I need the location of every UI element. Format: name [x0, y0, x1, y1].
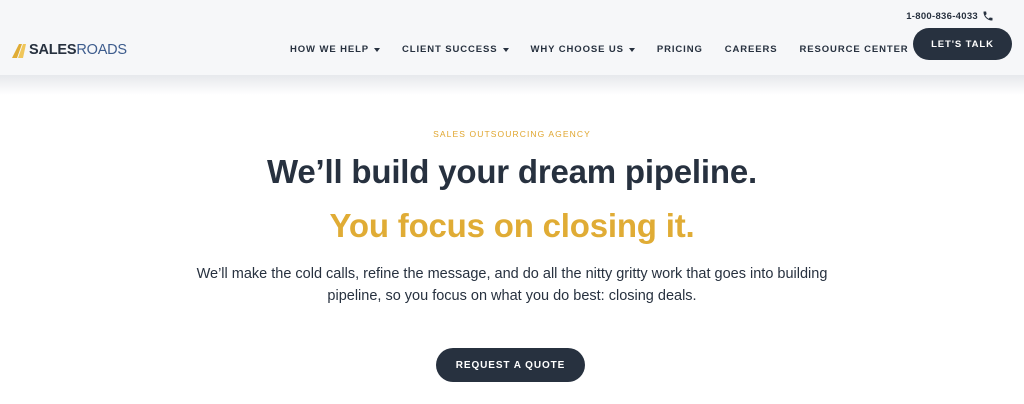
nav-item-pricing[interactable]: PRICING: [657, 44, 703, 55]
nav-item-why-choose-us[interactable]: WHY CHOOSE US: [531, 44, 635, 55]
phone-number-text: 1-800-836-4033: [906, 10, 978, 22]
nav-item-label: RESOURCE CENTER: [799, 44, 909, 55]
nav-item-careers[interactable]: CAREERS: [725, 44, 778, 55]
lets-talk-button[interactable]: LET'S TALK: [913, 28, 1012, 60]
caret-down-icon: [628, 48, 635, 52]
request-quote-button[interactable]: REQUEST A QUOTE: [436, 348, 585, 382]
site-header: SALESROADS 1-800-836-4033 HOW WE HELP CL…: [0, 0, 1024, 75]
nav-item-resource-center[interactable]: RESOURCE CENTER: [800, 44, 920, 55]
nav-item-label: CAREERS: [724, 44, 778, 55]
nav-item-client-success[interactable]: CLIENT SUCCESS: [402, 44, 509, 55]
hero-subheadline: You focus on closing it.: [329, 207, 695, 244]
caret-down-icon: [374, 48, 381, 52]
logo-mark-icon: [12, 44, 26, 58]
logo-text-roads: ROADS: [76, 41, 127, 58]
caret-down-icon: [502, 48, 509, 52]
hero-eyebrow: SALES OUTSOURCING AGENCY: [433, 129, 591, 139]
header-shadow: [0, 75, 1024, 95]
nav-item-label: WHY CHOOSE US: [530, 44, 624, 55]
main-nav: HOW WE HELP CLIENT SUCCESS WHY CHOOSE US…: [290, 44, 942, 55]
hero-headline: We’ll build your dream pipeline.: [267, 153, 757, 190]
logo[interactable]: SALESROADS: [12, 40, 127, 60]
hero-body-text: We’ll make the cold calls, refine the me…: [196, 266, 828, 304]
nav-item-label: CLIENT SUCCESS: [402, 44, 498, 55]
logo-text-sales: SALES: [29, 41, 77, 58]
phone-number[interactable]: 1-800-836-4033: [906, 10, 994, 22]
logo-text: SALESROADS: [29, 43, 127, 58]
nav-item-how-we-help[interactable]: HOW WE HELP: [290, 44, 381, 55]
phone-icon: [983, 11, 993, 21]
nav-item-label: HOW WE HELP: [290, 44, 370, 55]
nav-item-label: PRICING: [656, 44, 703, 55]
